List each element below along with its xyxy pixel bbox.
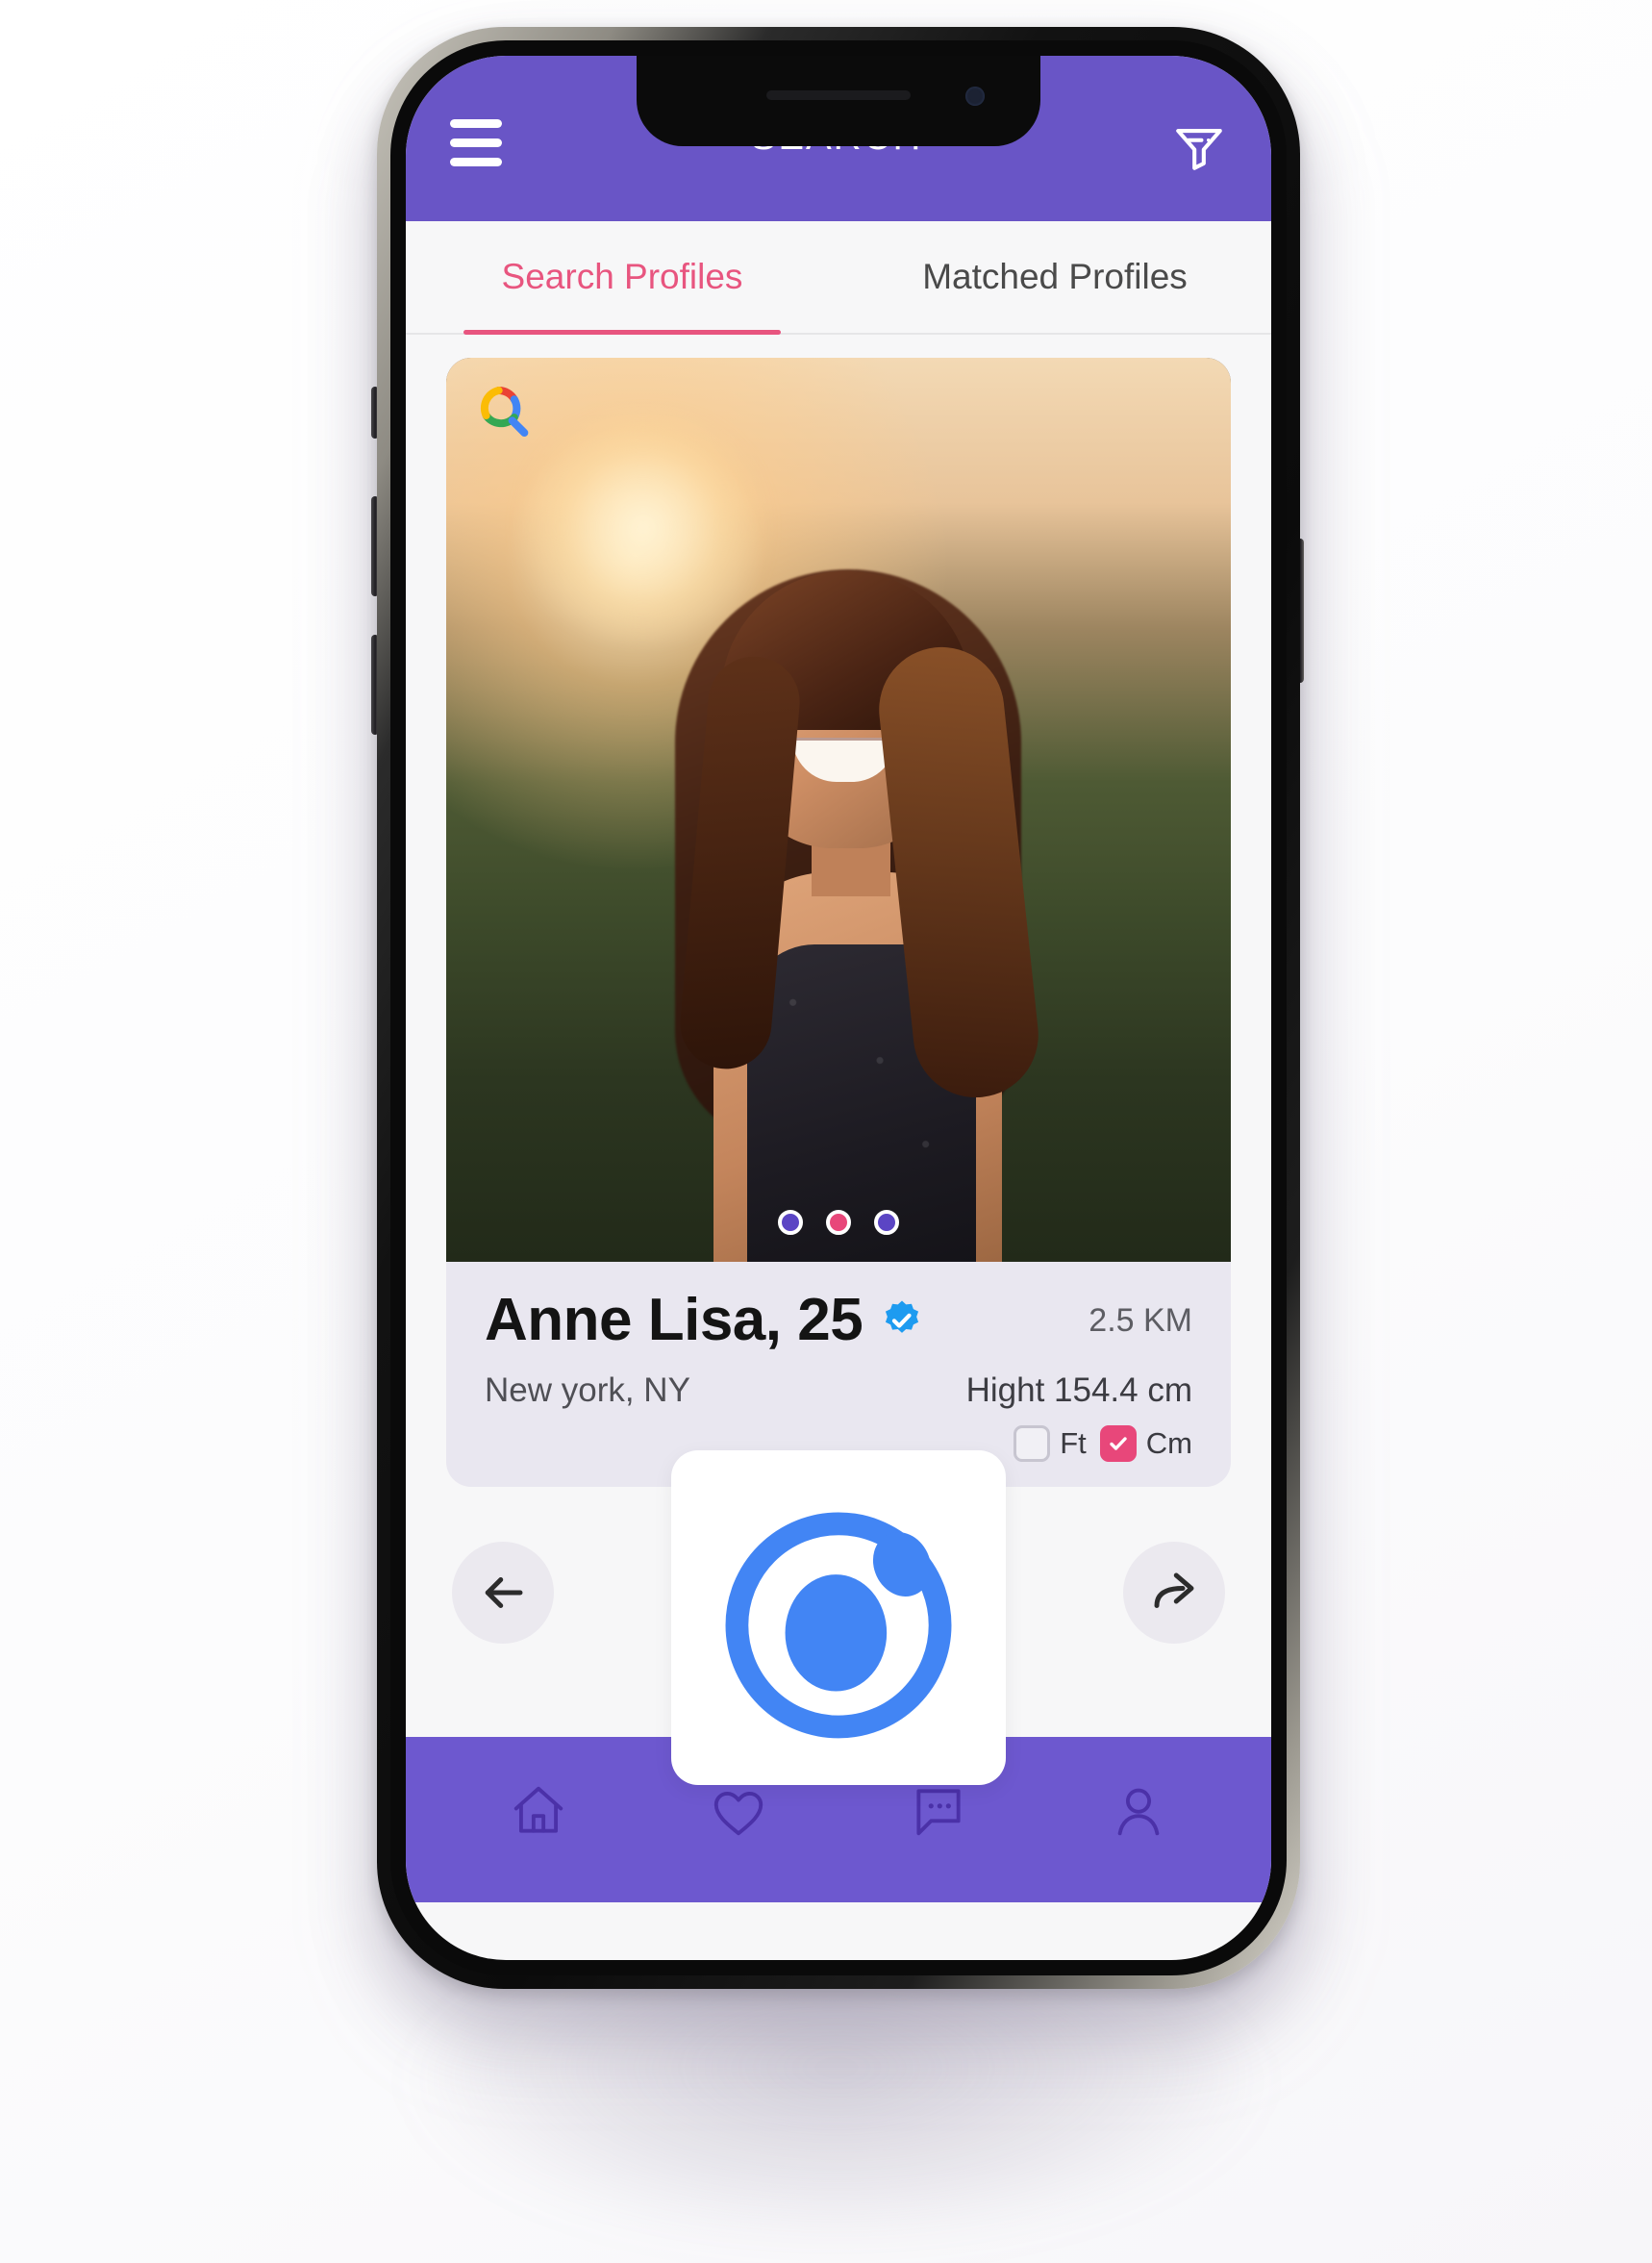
google-search-icon[interactable]: [473, 383, 535, 444]
verified-check-icon: [880, 1298, 924, 1343]
tab-search-profiles[interactable]: Search Profiles: [406, 221, 839, 335]
photo-subject: [569, 531, 1108, 1262]
ionic-logo: [671, 1450, 1006, 1785]
phone-screen: SEARCH Search Profiles Matched Profiles: [406, 56, 1271, 1960]
action-bar: [406, 1450, 1271, 1785]
checkbox-ft[interactable]: [1014, 1425, 1051, 1462]
front-camera: [965, 87, 985, 106]
unit-option-cm[interactable]: Cm: [1099, 1425, 1192, 1462]
earpiece-speaker: [766, 90, 911, 100]
carousel-dot[interactable]: [874, 1210, 899, 1235]
profile-distance: 2.5 KM: [1089, 1301, 1192, 1339]
photo-carousel-dots: [778, 1210, 899, 1235]
filter-funnel-icon[interactable]: [1171, 119, 1227, 180]
profile-height: Hight 154.4 cm: [965, 1371, 1192, 1409]
nav-home[interactable]: [481, 1763, 596, 1859]
phone-frame: SEARCH Search Profiles Matched Profiles: [377, 27, 1300, 1989]
unit-label-ft: Ft: [1060, 1426, 1087, 1460]
hamburger-menu-icon[interactable]: [450, 119, 502, 166]
tab-matched-profiles[interactable]: Matched Profiles: [839, 221, 1271, 333]
profile-tabs: Search Profiles Matched Profiles: [406, 221, 1271, 335]
phone-drop-shadow: [413, 1952, 1260, 2241]
profile-name: Anne Lisa, 25: [485, 1287, 864, 1353]
tab-matched-profiles-label: Matched Profiles: [922, 257, 1188, 296]
unit-label-cm: Cm: [1145, 1426, 1192, 1460]
share-button[interactable]: [1122, 1542, 1225, 1644]
phone-notch: [637, 56, 1040, 146]
unit-option-ft[interactable]: Ft: [1014, 1425, 1087, 1462]
nav-profile[interactable]: [1081, 1763, 1196, 1859]
profile-location: New york, NY: [485, 1371, 690, 1409]
checkbox-cm[interactable]: [1099, 1425, 1137, 1462]
carousel-dot-active[interactable]: [826, 1210, 851, 1235]
profile-photo[interactable]: [446, 358, 1231, 1262]
scene: SEARCH Search Profiles Matched Profiles: [0, 0, 1652, 2263]
carousel-dot[interactable]: [778, 1210, 803, 1235]
profile-card: Anne Lisa, 25 2.5 KM New york, NY Hight …: [406, 335, 1271, 1487]
tab-search-profiles-label: Search Profiles: [501, 257, 743, 296]
back-button[interactable]: [452, 1542, 554, 1644]
